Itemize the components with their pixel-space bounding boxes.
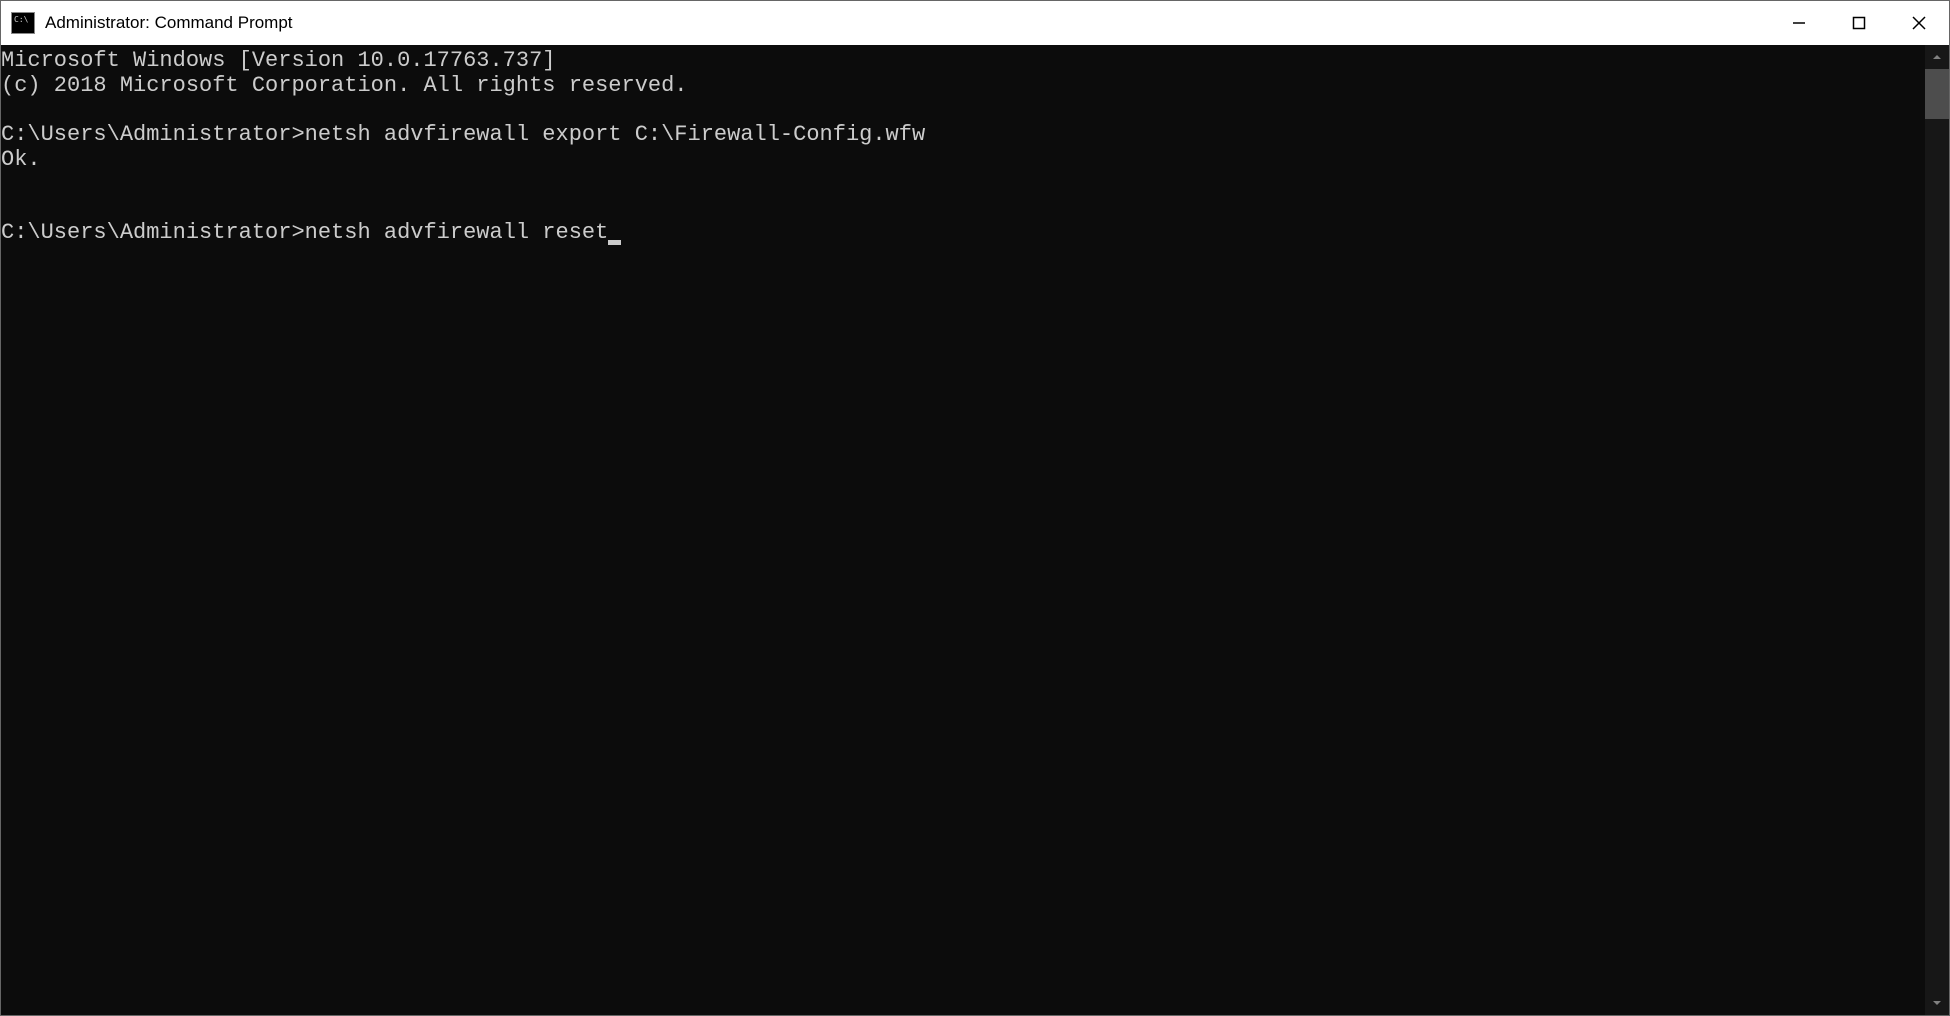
cmd-window: Administrator: Command Prompt Microsoft: [0, 0, 1950, 1016]
cmd-icon: [11, 12, 35, 34]
minimize-button[interactable]: [1769, 1, 1829, 45]
terminal-line: C:\Users\Administrator>netsh advfirewall…: [1, 122, 925, 147]
vertical-scrollbar[interactable]: [1925, 45, 1949, 1015]
close-button[interactable]: [1889, 1, 1949, 45]
terminal-area: Microsoft Windows [Version 10.0.17763.73…: [1, 45, 1949, 1015]
scroll-thumb[interactable]: [1925, 69, 1949, 119]
scroll-up-button[interactable]: [1925, 45, 1949, 69]
close-icon: [1911, 15, 1927, 31]
terminal-line: (c) 2018 Microsoft Corporation. All righ…: [1, 73, 688, 98]
scroll-down-button[interactable]: [1925, 991, 1949, 1015]
terminal-prompt: C:\Users\Administrator>: [1, 220, 305, 245]
window-title: Administrator: Command Prompt: [45, 13, 293, 33]
maximize-icon: [1852, 16, 1866, 30]
terminal-input: netsh advfirewall reset: [305, 220, 609, 245]
terminal-content[interactable]: Microsoft Windows [Version 10.0.17763.73…: [1, 45, 1925, 1015]
chevron-down-icon: [1932, 998, 1942, 1008]
cursor: [608, 240, 621, 245]
title-bar[interactable]: Administrator: Command Prompt: [1, 1, 1949, 45]
terminal-line: Ok.: [1, 147, 41, 172]
minimize-icon: [1792, 16, 1806, 30]
window-controls: [1769, 1, 1949, 45]
maximize-button[interactable]: [1829, 1, 1889, 45]
terminal-line: Microsoft Windows [Version 10.0.17763.73…: [1, 48, 556, 73]
chevron-up-icon: [1932, 52, 1942, 62]
